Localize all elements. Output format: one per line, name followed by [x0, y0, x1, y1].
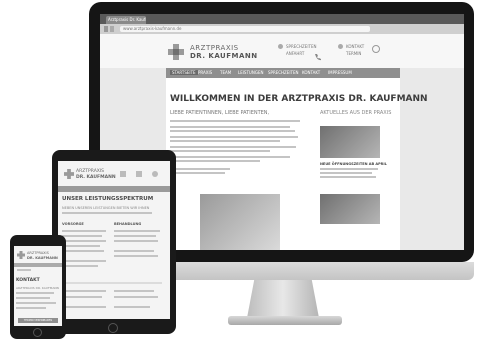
text-line: [16, 292, 54, 294]
signature-line: [170, 172, 225, 174]
text-line: [62, 212, 152, 214]
medical-cross-icon[interactable]: [64, 169, 74, 179]
tablet-home-button[interactable]: [108, 323, 118, 333]
news-title[interactable]: NEUE ÖFFNUNGSZEITEN AB APRIL: [320, 162, 387, 166]
header-info-appointment[interactable]: TERMIN: [346, 51, 361, 56]
text-line: [114, 255, 158, 257]
nav-item-hours[interactable]: SPRECHZEITEN: [268, 70, 298, 75]
text-line: [62, 306, 106, 308]
header-info-contact[interactable]: KONTAKT: [346, 44, 364, 49]
phone-logo-line-1[interactable]: ARZTPRAXIS: [27, 251, 49, 255]
phone-page-subtitle: ARZTPRAXIS DR. KAUFMANN: [16, 286, 59, 290]
tablet-col-1-heading: VORSORGE: [62, 222, 84, 226]
text-line: [62, 296, 102, 298]
phone-navigation[interactable]: [14, 263, 62, 267]
logo-line-1[interactable]: ARZTPRAXIS: [190, 44, 239, 52]
news-image-2[interactable]: [320, 194, 380, 224]
tablet-logo-line-2[interactable]: DR. KAUFMANN: [76, 175, 116, 180]
phone-icon: [120, 171, 126, 177]
nav-item-team[interactable]: TEAM: [220, 70, 231, 75]
text-line: [170, 150, 270, 152]
tablet-page-title: UNSER LEISTUNGSSPEKTRUM: [62, 196, 154, 202]
text-line: [170, 136, 298, 138]
header-info-hours[interactable]: SPRECHZEITEN: [286, 44, 316, 49]
mail-icon: [338, 44, 343, 49]
signature-line: [170, 168, 230, 170]
tablet-logo-line-1[interactable]: ARZTPRAXIS: [76, 169, 104, 174]
search-icon[interactable]: [372, 45, 380, 53]
nav-item-practice[interactable]: PRAXIS: [198, 70, 212, 75]
text-line: [62, 245, 100, 247]
text-line: [62, 240, 106, 242]
text-line: [16, 307, 46, 309]
browser-title-bar: [100, 14, 464, 24]
nav-item-services[interactable]: LEISTUNGEN: [238, 70, 263, 75]
text-line: [170, 140, 280, 142]
logo-line-2[interactable]: DR. KAUFMANN: [190, 52, 258, 60]
text-line: [62, 260, 106, 262]
browser-tab[interactable]: Arztpraxis Dr. Kaufmann: [106, 16, 146, 24]
nav-item-home[interactable]: STARTSEITE: [170, 70, 198, 75]
header-info-directions[interactable]: ANFAHRT: [286, 51, 304, 56]
page-subtitle: LIEBE PATIENTINNEN, LIEBE PATIENTEN,: [170, 110, 270, 116]
tablet-page-subtitle: NEBEN UNSEREN LEISTUNGEN BIETEN WIR IHNE…: [62, 206, 150, 210]
text-line: [62, 282, 162, 284]
phone-page-title: KONTAKT: [16, 278, 40, 283]
text-line: [320, 176, 376, 178]
medical-cross-icon[interactable]: [17, 251, 25, 259]
text-line: [170, 156, 290, 158]
text-line: [320, 172, 372, 174]
text-line: [62, 250, 104, 252]
text-line: [16, 297, 50, 299]
text-line: [170, 126, 290, 128]
team-photo: [200, 194, 280, 250]
monitor-stand-neck: [247, 280, 319, 318]
tablet-navigation[interactable]: [58, 186, 170, 192]
clock-icon: [278, 44, 283, 49]
phone-icon: [314, 46, 322, 61]
text-line: [17, 269, 31, 271]
appointment-button[interactable]: TERMIN VEREINBAREN: [18, 318, 58, 323]
phone-home-button[interactable]: [33, 328, 42, 337]
text-line: [62, 230, 106, 232]
text-line: [62, 265, 98, 267]
site-header: [100, 34, 464, 68]
text-line: [170, 160, 260, 162]
text-line: [16, 302, 56, 304]
monitor-stand-foot: [228, 316, 342, 325]
text-line: [114, 230, 160, 232]
text-line: [114, 290, 154, 292]
text-line: [170, 146, 296, 148]
back-icon[interactable]: [104, 26, 108, 32]
nav-item-contact[interactable]: KONTAKT: [302, 70, 320, 75]
phone-logo-line-2[interactable]: DR. KAUFMANN: [27, 256, 58, 260]
text-line: [114, 250, 154, 252]
text-line: [170, 130, 295, 132]
text-line: [320, 168, 378, 170]
text-line: [170, 120, 300, 122]
sidebar-heading: AKTUELLES AUS DER PRAXIS: [320, 110, 392, 116]
clock-icon: [152, 171, 158, 177]
text-line: [114, 240, 158, 242]
text-line: [62, 290, 106, 292]
forward-icon[interactable]: [110, 26, 114, 32]
mail-icon: [136, 171, 142, 177]
text-line: [62, 235, 102, 237]
nav-item-imprint[interactable]: IMPRESSUM: [328, 70, 352, 75]
page-title: WILLKOMMEN IN DER ARZTPRAXIS DR. KAUFMAN…: [170, 94, 428, 104]
text-line: [114, 296, 158, 298]
medical-cross-icon[interactable]: [168, 44, 184, 60]
url-field[interactable]: www.arztpraxis-kaufmann.de: [120, 26, 370, 32]
tablet-col-2-heading: BEHANDLUNG: [114, 222, 142, 226]
text-line: [114, 306, 150, 308]
text-line: [114, 235, 156, 237]
news-image[interactable]: [320, 126, 380, 158]
